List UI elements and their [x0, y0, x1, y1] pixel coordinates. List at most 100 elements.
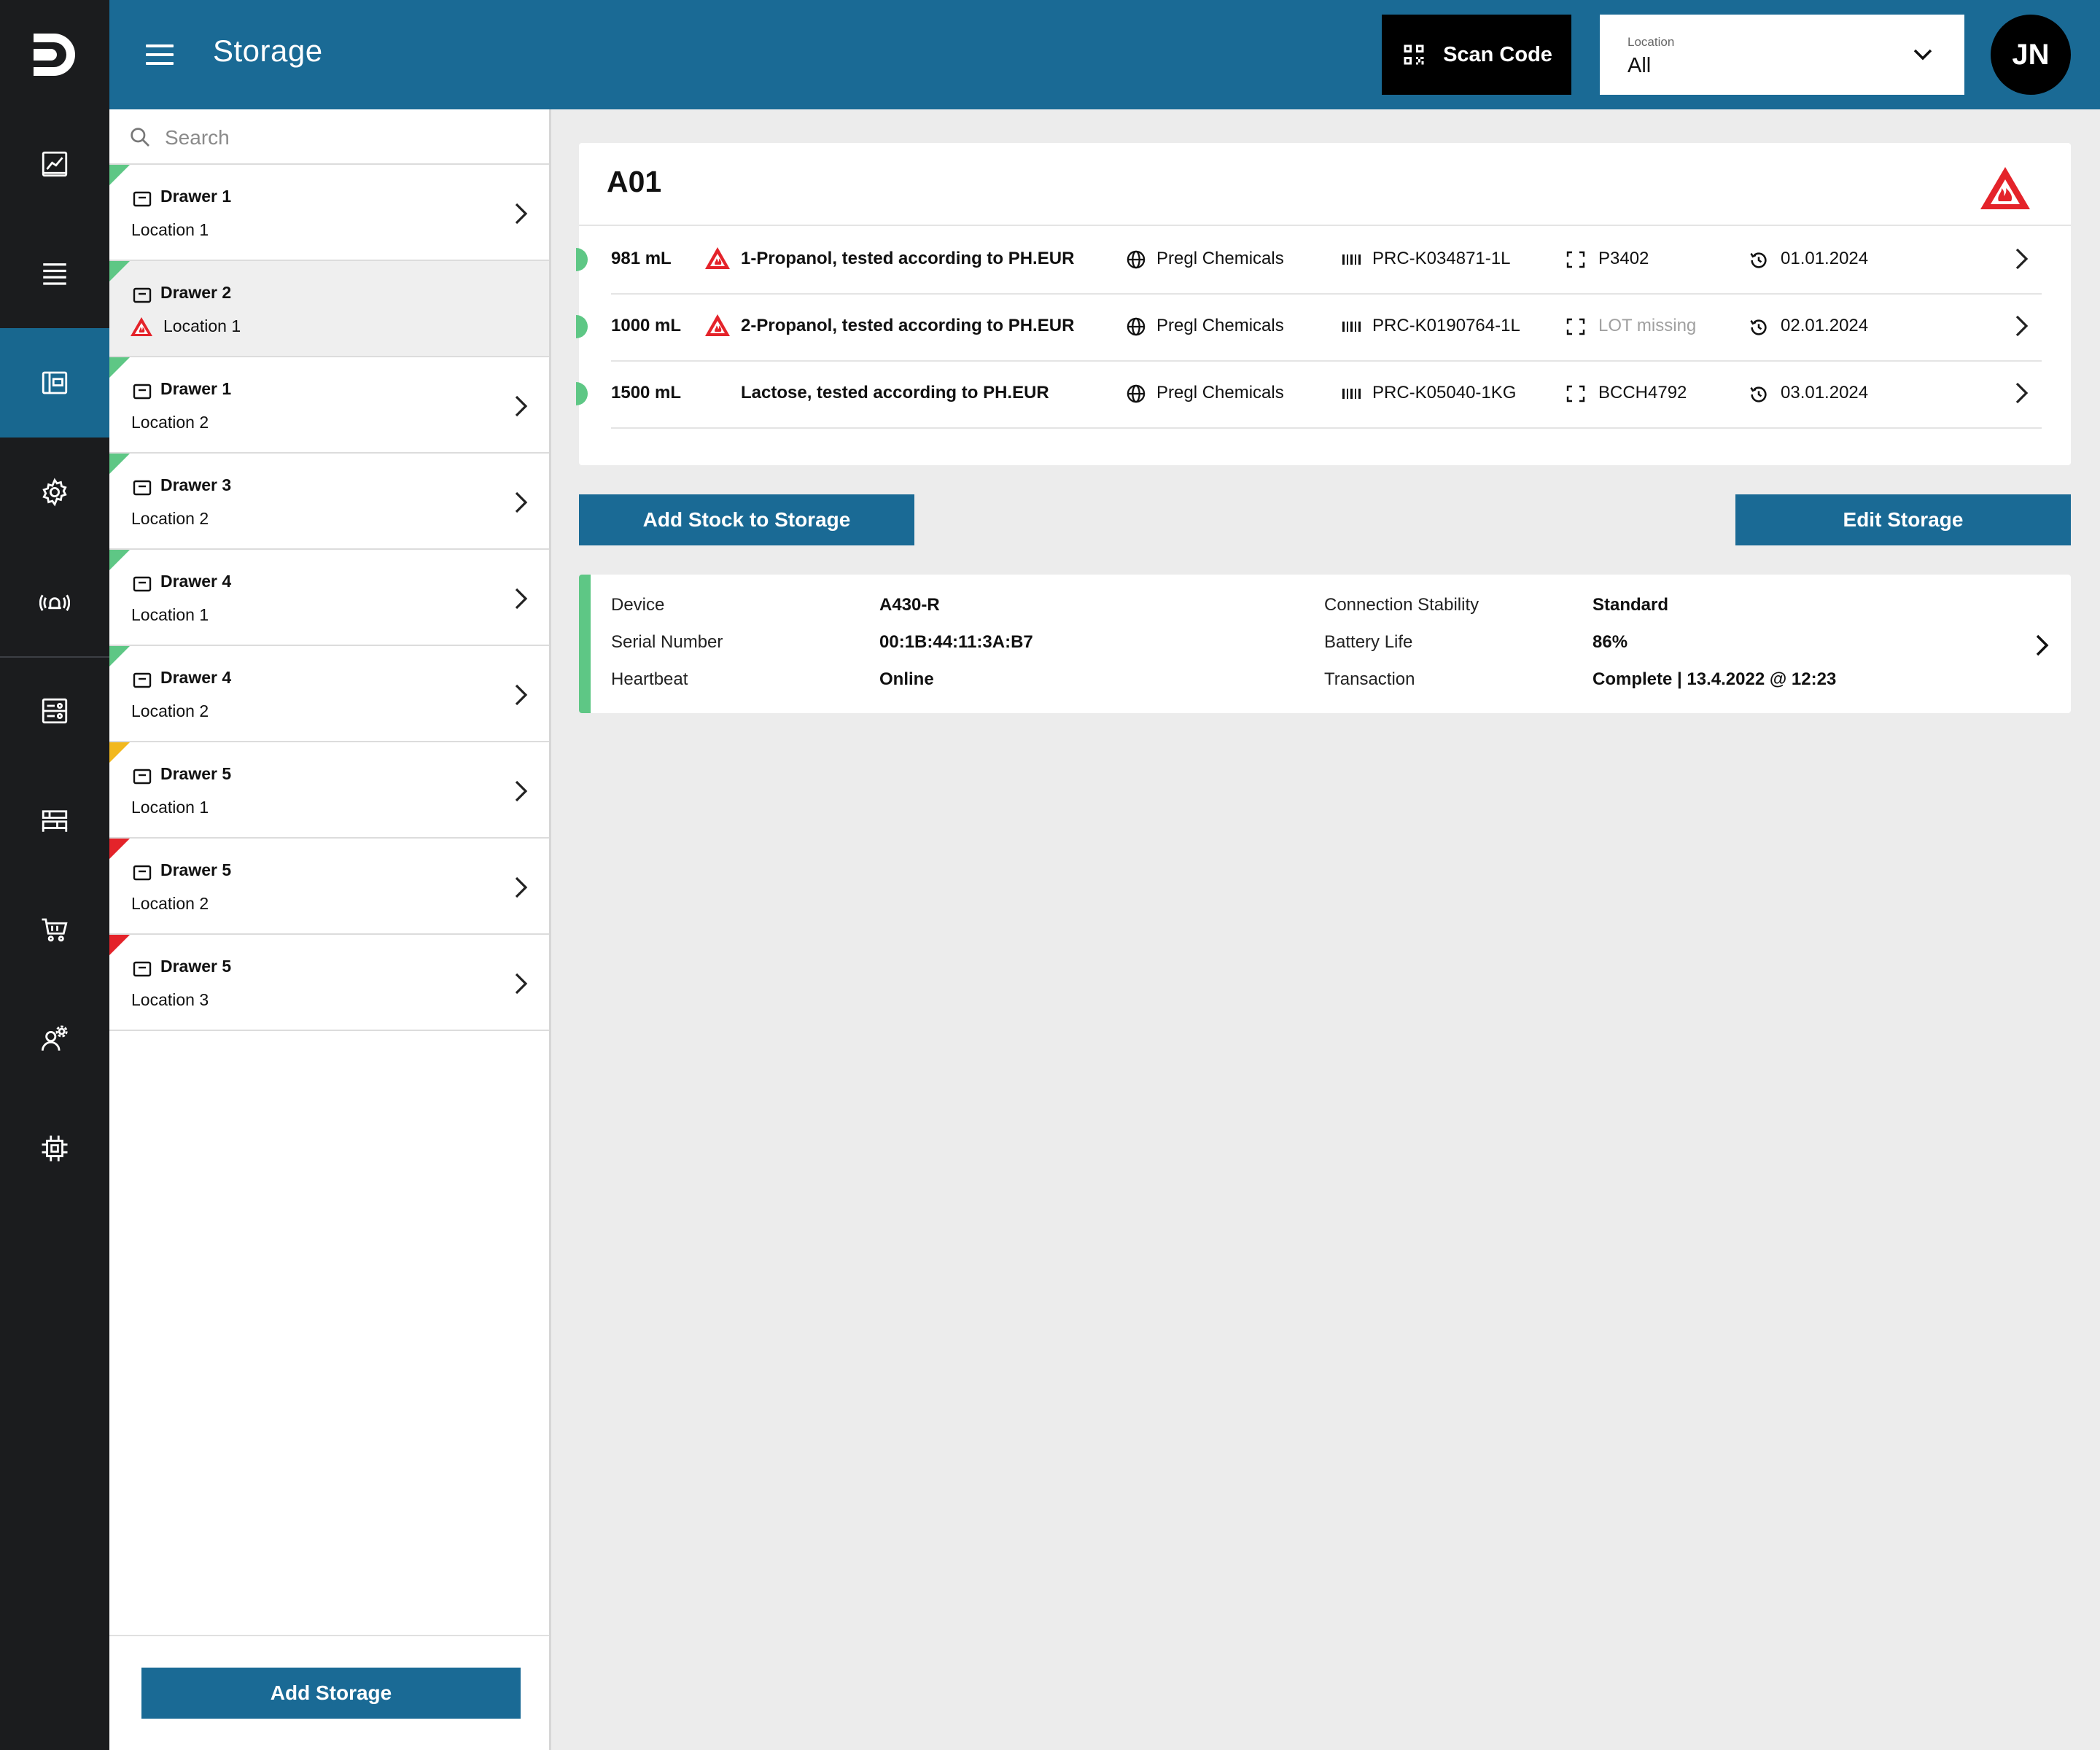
globe-icon: [1127, 384, 1146, 403]
chevron-right-icon: [515, 684, 528, 706]
list-item[interactable]: Drawer 3 Location 2: [109, 454, 549, 550]
location-name: Location 2: [131, 413, 209, 432]
rail-item-shelves[interactable]: [0, 766, 109, 875]
drawer-icon: [133, 191, 152, 207]
status-indicator: [109, 357, 130, 378]
expiry-history-icon: [1750, 252, 1767, 268]
connection-stability-value: Standard: [1592, 595, 1669, 615]
transaction-label: Transaction: [1324, 669, 1415, 689]
chemical-name: 2-Propanol, tested according to PH.EUR: [741, 316, 1075, 335]
chevron-right-icon: [2036, 634, 2049, 656]
drawer-name: Drawer 5: [160, 764, 232, 783]
stock-quantity: 1500 mL: [611, 383, 682, 402]
status-indicator: [109, 935, 130, 955]
search-input[interactable]: [165, 120, 529, 156]
status-indicator: [109, 454, 130, 474]
expiry-date: 01.01.2024: [1781, 249, 1869, 268]
user-avatar[interactable]: JN: [1991, 15, 2071, 95]
drawer-icon: [133, 672, 152, 688]
stock-row[interactable]: 981 mL 1-Propanol, tested according to PH…: [576, 226, 2071, 293]
rail-item-user-settings[interactable]: [0, 984, 109, 1094]
search-icon: [131, 128, 149, 147]
lot-number: BCCH4792: [1598, 383, 1687, 402]
supplier-name: Pregl Chemicals: [1156, 316, 1284, 335]
rail-item-inventory[interactable]: [0, 656, 109, 766]
connection-stability-label: Connection Stability: [1324, 595, 1479, 615]
flammable-hazard-icon: [705, 314, 730, 336]
edit-storage-button[interactable]: Edit Storage: [1735, 494, 2071, 545]
expiry-date: 02.01.2024: [1781, 316, 1869, 335]
battery-life-value: 86%: [1592, 632, 1628, 652]
drawer-name: Drawer 4: [160, 572, 232, 591]
drawer-icon: [133, 961, 152, 977]
app-logo[interactable]: [0, 0, 109, 109]
menu-icon[interactable]: [143, 40, 176, 69]
serial-number-value: 00:1B:44:11:3A:B7: [879, 632, 1033, 652]
scan-code-label: Scan Code: [1443, 42, 1552, 66]
chevron-right-icon: [515, 780, 528, 802]
add-storage-button[interactable]: Add Storage: [141, 1668, 521, 1719]
location-name: Location 2: [131, 509, 209, 528]
supplier-name: Pregl Chemicals: [1156, 383, 1284, 402]
location-select-label: Location: [1628, 35, 1675, 49]
barcode-icon: [1342, 254, 1361, 265]
lot-number: P3402: [1598, 249, 1649, 268]
transaction-value: Complete | 13.4.2022 @ 12:23: [1592, 669, 1837, 689]
drawer-name: Drawer 2: [160, 283, 232, 302]
scan-code-button[interactable]: Scan Code: [1382, 15, 1571, 95]
flammable-hazard-icon: [131, 317, 152, 336]
storage-icon: [42, 371, 68, 394]
user-settings-icon: [41, 1025, 68, 1051]
qr-code-icon: [1404, 44, 1424, 65]
drawer-icon: [133, 769, 152, 785]
cart-icon: [42, 918, 68, 942]
expiry-history-icon: [1750, 319, 1767, 335]
list-item[interactable]: Drawer 5 Location 3: [109, 935, 549, 1031]
chevron-right-icon: [515, 395, 528, 417]
product-sku: PRC-K0190764-1L: [1372, 316, 1520, 335]
globe-icon: [1127, 317, 1146, 336]
chevron-down-icon: [1913, 49, 1932, 61]
rail-item-alarms[interactable]: [0, 547, 109, 656]
status-indicator: [109, 646, 130, 666]
stock-row[interactable]: 1000 mL 2-Propanol, tested according to P…: [576, 293, 2071, 360]
device-label: Device: [611, 595, 665, 615]
rail-item-cart[interactable]: [0, 875, 109, 984]
list-item[interactable]: Drawer 2 Location 1: [109, 261, 549, 357]
location-name: Location 1: [163, 316, 241, 335]
page-title: Storage: [213, 34, 323, 68]
location-select[interactable]: Location All: [1600, 15, 1964, 95]
list-item[interactable]: Drawer 5 Location 2: [109, 839, 549, 935]
status-indicator: [109, 261, 130, 281]
chevron-right-icon: [2015, 382, 2029, 404]
status-indicator: [109, 742, 130, 763]
add-stock-button[interactable]: Add Stock to Storage: [579, 494, 914, 545]
list-icon: [43, 263, 66, 285]
chevron-right-icon: [2015, 315, 2029, 337]
rail-item-settings[interactable]: [0, 438, 109, 547]
list-item[interactable]: Drawer 4 Location 1: [109, 550, 549, 646]
chip-icon: [42, 1135, 68, 1162]
location-name: Location 1: [131, 605, 209, 624]
drawer-icon: [133, 865, 152, 881]
flammable-hazard-icon: [1980, 167, 2030, 209]
alarm-signal-icon: [39, 594, 70, 612]
rail-item-dashboard[interactable]: [0, 109, 109, 219]
list-item[interactable]: Drawer 1 Location 2: [109, 357, 549, 454]
rail-item-chip[interactable]: [0, 1094, 109, 1203]
location-name: Location 2: [131, 894, 209, 913]
drawer-icon: [133, 480, 152, 496]
device-value: A430-R: [879, 595, 940, 615]
rail-item-storage[interactable]: [0, 328, 109, 438]
stock-row[interactable]: 1500 mL Lactose, tested according to PH.E…: [576, 360, 2071, 427]
globe-icon: [1127, 250, 1146, 269]
list-item[interactable]: Drawer 4 Location 2: [109, 646, 549, 742]
rail-item-list[interactable]: [0, 219, 109, 328]
list-item[interactable]: Drawer 5 Location 1: [109, 742, 549, 839]
device-status-card[interactable]: Device Serial Number Heartbeat A430-R 00…: [579, 575, 2071, 713]
stock-quantity: 981 mL: [611, 249, 672, 268]
drawer-name: Drawer 3: [160, 475, 232, 494]
shelves-icon: [42, 810, 68, 832]
list-item[interactable]: Drawer 1 Location 1: [109, 165, 549, 261]
settings-gear-icon: [42, 478, 67, 507]
